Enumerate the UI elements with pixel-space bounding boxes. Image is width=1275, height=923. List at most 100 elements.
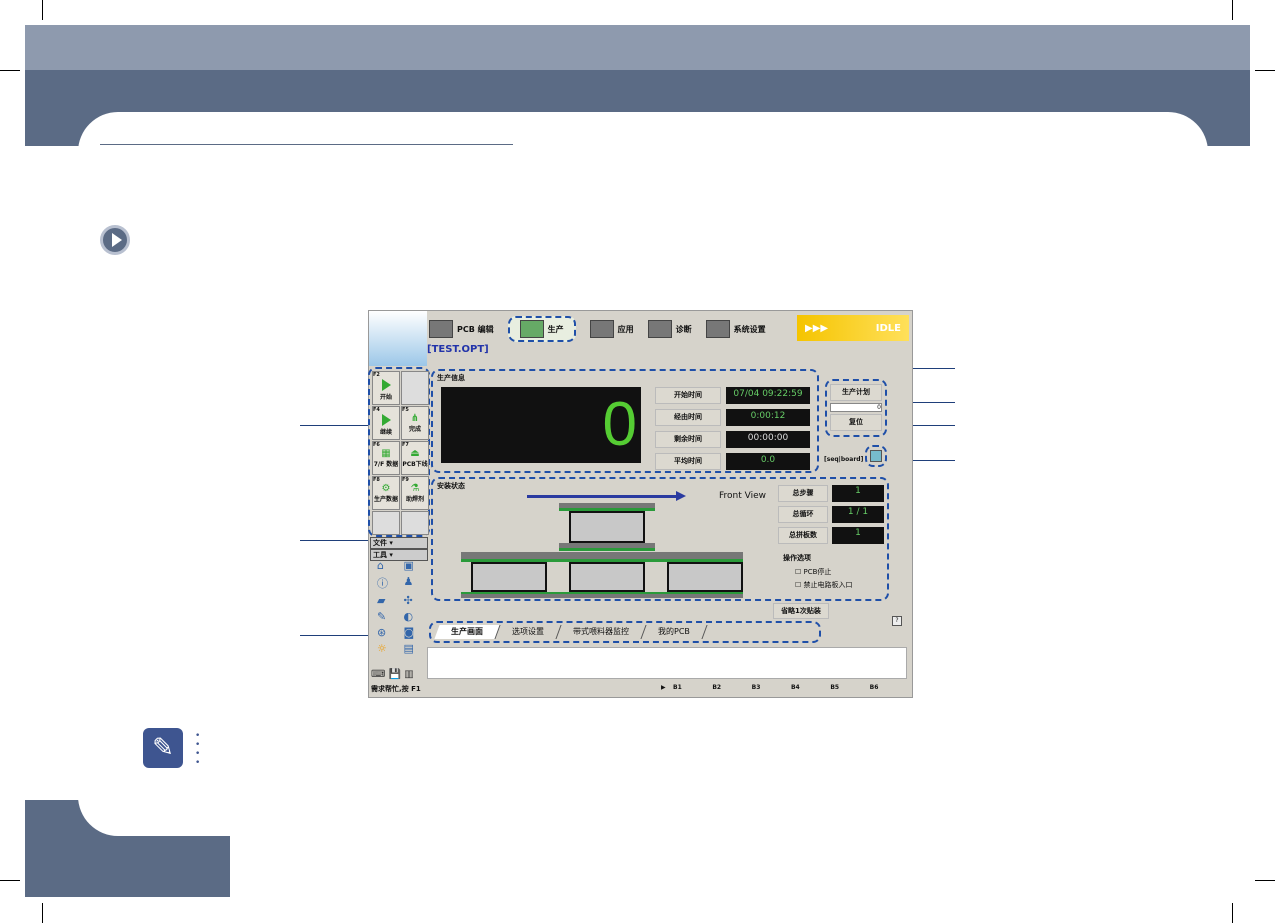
f2-start-button[interactable]: F2 开始 [372, 371, 400, 405]
tab-feeder-monitor[interactable]: 带式喂料器监控 [556, 625, 647, 639]
camera-icon[interactable]: ◙ [404, 626, 428, 639]
message-area [427, 647, 907, 679]
diagnosis-icon [647, 320, 672, 338]
complete-icon: ⋔ [410, 413, 420, 424]
remaining-time-value: 00:00:00 [726, 431, 810, 448]
seq-board-label: [seq|board] [824, 456, 864, 463]
status-slot: B2 [712, 684, 722, 691]
calendar-icon[interactable]: ▣ [404, 559, 428, 572]
book-icon[interactable]: ▥ [404, 669, 413, 680]
function-keys: F2 开始 F4 继续 F5 ⋔ 完成 F6 ▦ 7/F 数据 F7 ⏏ PCB下线 F8 ⚙ 生产… [368, 367, 430, 537]
f8-production-data-button[interactable]: F8 ⚙ 生产数据 [372, 476, 400, 510]
f4-continue-button[interactable]: F4 继续 [372, 406, 400, 440]
total-steps-value: 1 [832, 485, 884, 502]
production-icon [519, 320, 544, 338]
toolbar-application[interactable]: 应用 [589, 316, 634, 342]
toolbar-pcb-edit[interactable]: PCB 编辑 [429, 316, 494, 342]
keyboard-icon[interactable]: ⌨ [371, 669, 385, 680]
play-status-icon: ▶ [661, 684, 666, 691]
edit-icon[interactable]: ✎ [377, 610, 401, 623]
elapsed-time-label: 经由时间 [655, 409, 721, 426]
status-slot: B3 [751, 684, 761, 691]
total-panels-label: 总拼板数 [778, 527, 828, 544]
average-time-value: 0.0 [726, 453, 810, 470]
front-view-label: Front View [719, 491, 766, 501]
skip-once-button[interactable]: 省略1次贴装 [773, 603, 829, 619]
option-pcb-stop[interactable]: ☐ PCB停止 [795, 567, 831, 577]
power-icon[interactable]: ◐ [404, 610, 428, 623]
screen-tabs: 生产画面 选项设置 带式喂料器监控 我的PCB [429, 621, 821, 643]
total-cycles-value: 1 / 1 [832, 506, 884, 523]
file-name: [TEST.OPT] [427, 344, 489, 355]
start-time-label: 开始时间 [655, 387, 721, 404]
play-bullet-icon [100, 225, 130, 255]
header-band-light [25, 25, 1250, 71]
flow-arrow-head [676, 491, 686, 501]
status-slot: B4 [790, 684, 800, 691]
users-icon[interactable]: ♟ [404, 575, 428, 591]
head-unit [569, 511, 645, 543]
empty-key[interactable] [401, 511, 429, 535]
atom-icon[interactable]: ⊛ [377, 626, 401, 639]
crop-mark [0, 70, 20, 71]
fkey: F4 [373, 407, 380, 413]
start-time-value: 07/04 09:22:59 [726, 387, 810, 404]
help-button[interactable]: ? [892, 616, 902, 626]
grid-icon: ▦ [381, 448, 391, 459]
play-icon [381, 379, 391, 391]
production-plan-group: 生产计划 0 复位 [825, 379, 887, 437]
tab-label: 我的PCB [658, 627, 690, 636]
tab-options[interactable]: 选项设置 [495, 625, 562, 639]
status-slot: B6 [869, 684, 879, 691]
empty-key[interactable] [372, 511, 400, 535]
view-toggle-icon [870, 450, 882, 462]
conveyor-bottom [461, 592, 743, 598]
document-icon[interactable]: ▤ [404, 642, 428, 655]
seq-board-toggle[interactable] [865, 445, 887, 467]
menu-file[interactable]: 文件 ▾ [370, 537, 428, 549]
status-arrows: ▶▶▶ [805, 322, 829, 334]
options-title: 操作选项 [783, 554, 811, 562]
toolbar-label: PCB 编辑 [457, 324, 494, 334]
f6-data-button[interactable]: F6 ▦ 7/F 数据 [372, 441, 400, 475]
crop-mark [0, 880, 20, 881]
crop-mark [42, 903, 43, 923]
flux-icon: ⚗ [410, 483, 420, 494]
elapsed-time-value: 0:00:12 [726, 409, 810, 426]
tab-label: 选项设置 [512, 627, 544, 636]
toolbar-production[interactable]: 生产 [507, 316, 576, 342]
crop-mark [1232, 903, 1233, 923]
disabled-button[interactable] [401, 371, 429, 405]
plan-count-input[interactable]: 0 [830, 403, 882, 412]
reset-button[interactable]: 复位 [830, 414, 882, 431]
system-settings-icon [705, 320, 730, 338]
conveyor-section [667, 562, 743, 592]
f7-pcb-out-button[interactable]: F7 ⏏ PCB下线 [401, 441, 429, 475]
option-label: 禁止电路板入口 [803, 581, 853, 589]
fkey-label: PCB下线 [402, 461, 428, 468]
toolbar-label: 生产 [547, 324, 564, 334]
status-slot: B1 [673, 684, 682, 691]
f5-complete-button[interactable]: F5 ⋔ 完成 [401, 406, 429, 440]
info-icon[interactable]: ⓘ [377, 575, 401, 591]
pcb-out-icon: ⏏ [410, 448, 420, 459]
crop-mark [1255, 880, 1275, 881]
group-title: 安装状态 [437, 482, 465, 490]
axes-icon[interactable]: ✣ [404, 594, 428, 607]
f9-flux-button[interactable]: F9 ⚗ 助焊剂 [401, 476, 429, 510]
option-block-entry[interactable]: ☐ 禁止电路板入口 [795, 580, 853, 590]
tab-production-screen[interactable]: 生产画面 [434, 625, 501, 639]
continue-icon [381, 414, 391, 426]
toolbar-label: 系统设置 [733, 324, 766, 334]
save-icon[interactable]: 💾 [389, 669, 401, 680]
toolbar-diagnosis[interactable]: 诊断 [647, 316, 692, 342]
toolbar-system-settings[interactable]: 系统设置 [705, 316, 766, 342]
home-icon[interactable]: ⌂ [377, 559, 401, 572]
tab-my-pcb[interactable]: 我的PCB [641, 625, 708, 639]
fkey-label: 助焊剂 [405, 496, 424, 503]
sun-icon[interactable]: ☼ [377, 642, 401, 655]
logo-swirl [369, 311, 427, 366]
board-icon[interactable]: ▰ [377, 594, 401, 607]
fkey-label: 继续 [379, 429, 392, 436]
footer-curve [78, 780, 230, 836]
